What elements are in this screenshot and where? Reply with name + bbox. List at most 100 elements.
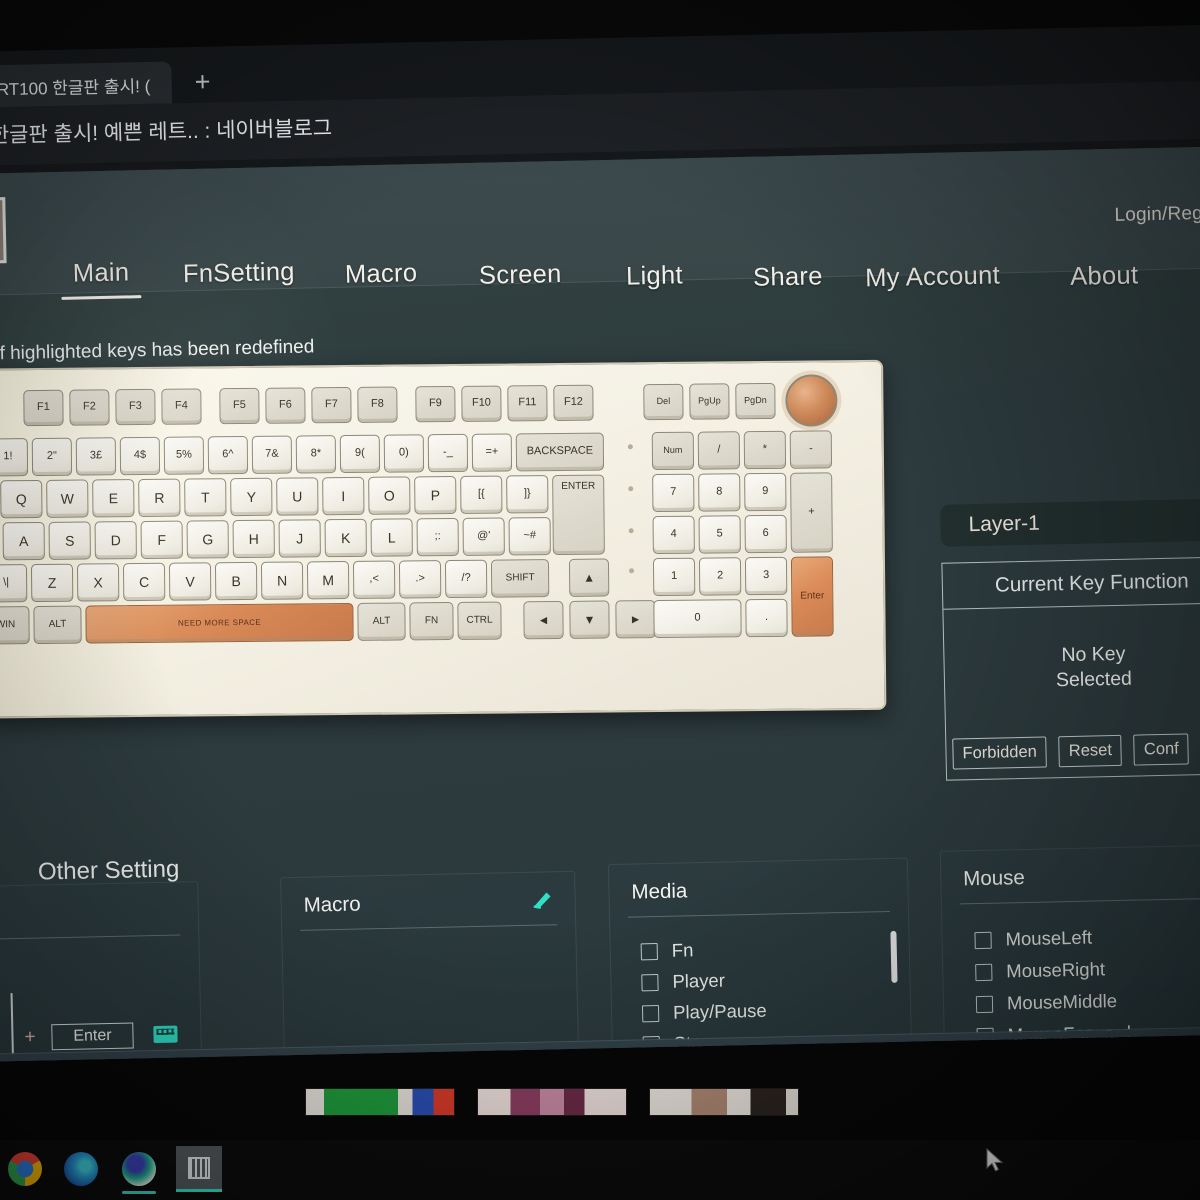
- key-np-7[interactable]: 7: [652, 473, 695, 513]
- key-ctrl-right[interactable]: CTRL: [457, 601, 502, 640]
- new-tab-button[interactable]: +: [194, 67, 210, 97]
- thumbnail-image[interactable]: [305, 1088, 455, 1116]
- key-fn[interactable]: FN: [409, 601, 454, 641]
- key-spacebar[interactable]: NEED MORE SPACE: [85, 602, 354, 644]
- key-4[interactable]: 4$: [119, 436, 161, 476]
- key-np-5[interactable]: 5: [698, 515, 741, 554]
- media-scrollbar-thumb[interactable]: [890, 930, 898, 983]
- keyboard-icon[interactable]: [153, 1025, 178, 1044]
- key-semicolon[interactable]: ;:: [416, 517, 459, 557]
- key-u[interactable]: U: [276, 477, 319, 516]
- key-3[interactable]: 3£: [75, 437, 117, 476]
- key-y[interactable]: Y: [230, 477, 273, 517]
- key-np-0[interactable]: 0: [653, 599, 742, 639]
- layer-selector[interactable]: Layer-1: [940, 498, 1200, 547]
- tab-share[interactable]: Share: [753, 262, 823, 293]
- key-np-divide[interactable]: /: [697, 431, 741, 470]
- key-g[interactable]: G: [186, 520, 229, 559]
- key-quote[interactable]: @': [462, 517, 505, 556]
- key-np-8[interactable]: 8: [698, 473, 741, 512]
- mouse-checkbox-back[interactable]: [977, 1059, 995, 1062]
- key-slash[interactable]: /?: [444, 559, 488, 599]
- mouse-checkbox-middle[interactable]: [975, 995, 994, 1013]
- key-np-decimal[interactable]: .: [745, 598, 788, 638]
- thumbnail-image[interactable]: [649, 1088, 799, 1116]
- key-r[interactable]: R: [138, 478, 181, 518]
- key-k[interactable]: K: [324, 518, 367, 558]
- key-np-plus[interactable]: +: [790, 472, 833, 553]
- key-np-multiply[interactable]: *: [743, 430, 787, 470]
- key-f1[interactable]: F1: [23, 389, 64, 427]
- key-m[interactable]: M: [306, 560, 350, 600]
- key-alt-right[interactable]: ALT: [357, 602, 406, 641]
- key-minus[interactable]: -_: [427, 433, 469, 473]
- key-arrow-right[interactable]: ►: [615, 600, 656, 639]
- key-f5[interactable]: F5: [219, 387, 260, 425]
- key-arrow-up[interactable]: ▲: [568, 558, 610, 597]
- chrome-icon[interactable]: [8, 1152, 42, 1186]
- tab-macro[interactable]: Macro: [345, 259, 418, 290]
- key-i[interactable]: I: [322, 476, 365, 516]
- pencil-icon[interactable]: [530, 886, 555, 916]
- whale-browser-icon[interactable]: [122, 1152, 156, 1186]
- forbidden-button[interactable]: Forbidden: [952, 736, 1048, 770]
- key-v[interactable]: V: [168, 562, 212, 601]
- browser-tab[interactable]: 이커 RT100 한글판 출시! (: [0, 61, 173, 109]
- key-bracket-left[interactable]: [{: [460, 475, 503, 514]
- key-w[interactable]: W: [46, 479, 89, 518]
- key-6[interactable]: 6^: [207, 435, 249, 475]
- key-e[interactable]: E: [92, 479, 135, 518]
- key-np-2[interactable]: 2: [698, 557, 742, 596]
- key-n[interactable]: N: [260, 561, 304, 600]
- key-np-4[interactable]: 4: [652, 515, 695, 555]
- key-bracket-right[interactable]: ]}: [506, 475, 549, 514]
- edge-icon[interactable]: [64, 1152, 98, 1186]
- mouse-checkbox-right[interactable]: [975, 963, 993, 981]
- mouse-item-middle[interactable]: MouseMiddle: [975, 990, 1117, 1015]
- key-t[interactable]: T: [184, 478, 227, 517]
- key-comma[interactable]: ,<: [352, 560, 396, 599]
- key-pgup[interactable]: PgUp: [689, 383, 730, 420]
- tab-about[interactable]: About: [1070, 261, 1139, 291]
- key-np-minus[interactable]: -: [789, 430, 833, 469]
- media-checkbox-playpause[interactable]: [641, 1004, 660, 1022]
- key-d[interactable]: D: [94, 521, 137, 560]
- media-item-playpause[interactable]: Play/Pause: [641, 1000, 767, 1025]
- enter-key-chip[interactable]: Enter: [51, 1022, 134, 1051]
- key-1[interactable]: 1!: [0, 438, 29, 477]
- key-alt-left[interactable]: ALT: [33, 605, 82, 645]
- key-numlock[interactable]: Num: [651, 431, 695, 471]
- key-b[interactable]: B: [214, 561, 258, 601]
- key-s[interactable]: S: [48, 521, 91, 560]
- key-win[interactable]: WIN: [0, 606, 30, 645]
- key-np-3[interactable]: 3: [744, 556, 788, 596]
- key-arrow-left[interactable]: ◄: [523, 600, 564, 640]
- key-np-6[interactable]: 6: [744, 514, 787, 554]
- key-period[interactable]: .>: [398, 560, 442, 599]
- key-pgdn[interactable]: PgDn: [735, 382, 776, 420]
- key-np-enter[interactable]: Enter: [790, 556, 834, 637]
- key-np-9[interactable]: 9: [744, 472, 787, 512]
- key-f11[interactable]: F11: [507, 385, 548, 422]
- key-enter[interactable]: ENTER: [552, 474, 605, 556]
- key-a[interactable]: A: [2, 521, 45, 561]
- key-f10[interactable]: F10: [461, 385, 502, 422]
- mouse-item-left[interactable]: MouseLeft: [974, 927, 1092, 952]
- key-8[interactable]: 8*: [295, 435, 337, 474]
- thumbnail-image[interactable]: [477, 1088, 627, 1116]
- key-7[interactable]: 7&: [251, 435, 293, 474]
- reset-key-button[interactable]: Reset: [1058, 734, 1123, 768]
- media-item-player[interactable]: Player: [641, 970, 725, 994]
- key-h[interactable]: H: [232, 519, 275, 559]
- media-checkbox-player[interactable]: [641, 973, 659, 991]
- key-f7[interactable]: F7: [311, 386, 352, 424]
- key-j[interactable]: J: [278, 519, 321, 558]
- key-o[interactable]: O: [368, 476, 411, 515]
- key-f4[interactable]: F4: [161, 388, 202, 425]
- key-arrow-down[interactable]: ▼: [569, 600, 610, 639]
- key-equals[interactable]: =+: [471, 433, 513, 472]
- key-0[interactable]: 0): [383, 434, 425, 473]
- key-f2[interactable]: F2: [69, 389, 110, 426]
- key-shift-right[interactable]: SHIFT: [490, 559, 550, 598]
- key-q[interactable]: Q: [0, 479, 43, 519]
